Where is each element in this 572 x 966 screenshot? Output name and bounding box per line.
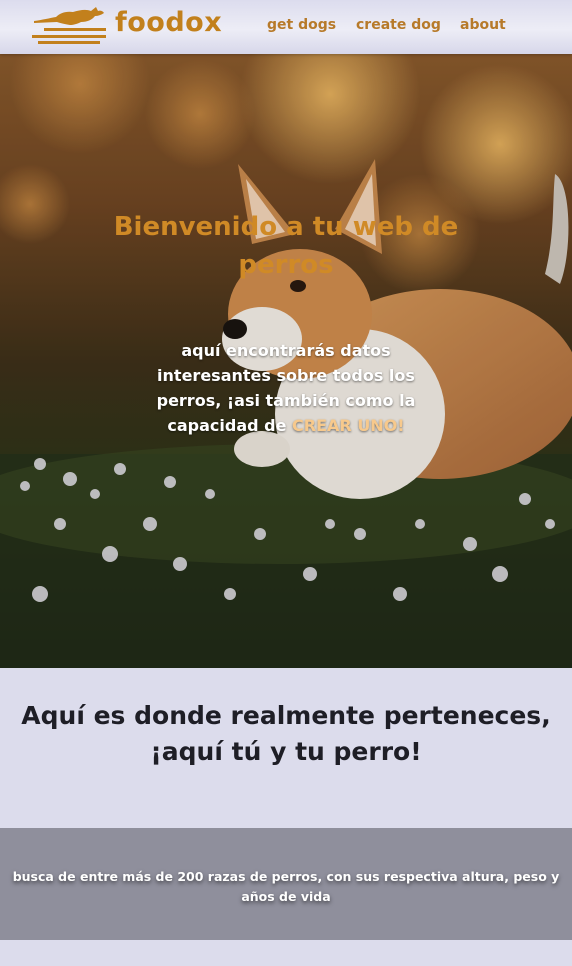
search-info-section: busca de entre más de 200 razas de perro… [0, 828, 572, 940]
nav-link-create-dog[interactable]: create dog [356, 17, 441, 33]
bottom-section [0, 940, 572, 966]
hero-section: Bienvenido a tu web de perros aquí encon… [0, 54, 572, 668]
navbar: foodox get dogs create dog about [0, 0, 572, 54]
hero-description: aquí encontrarás datos interesantes sobr… [130, 338, 442, 438]
nav-link-about[interactable]: about [460, 17, 506, 33]
running-dog-icon[interactable] [30, 6, 108, 46]
nav-link-get-dogs[interactable]: get dogs [267, 17, 336, 33]
brand-name[interactable]: foodox [115, 7, 222, 38]
belong-section: Aquí es donde realmente perteneces, ¡aqu… [0, 668, 572, 828]
hero-title: Bienvenido a tu web de perros [113, 212, 459, 280]
belong-heading: Aquí es donde realmente perteneces, ¡aqu… [21, 701, 551, 766]
search-info-text: busca de entre más de 200 razas de perro… [12, 869, 560, 904]
create-one-link[interactable]: CREAR UNO! [292, 416, 405, 435]
